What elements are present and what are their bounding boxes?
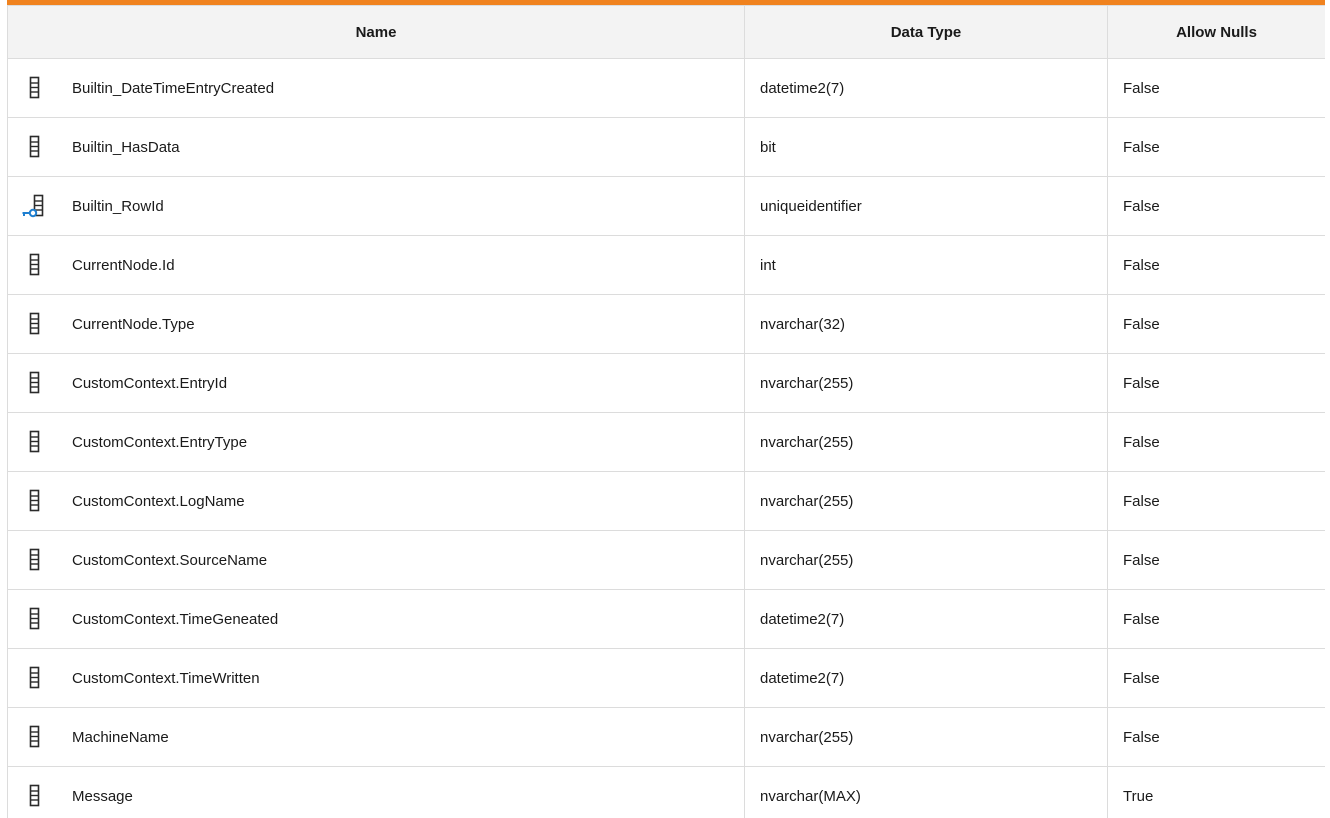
name-cell[interactable]: CustomContext.EntryType [7,412,745,472]
column-icon [21,784,49,808]
name-cell[interactable]: Message [7,766,745,818]
data-type-cell[interactable]: datetime2(7) [744,58,1108,118]
allow-nulls-cell[interactable]: False [1107,707,1325,767]
header-data-type[interactable]: Data Type [744,5,1108,59]
data-type-value: nvarchar(255) [760,728,854,746]
allow-nulls-cell[interactable]: False [1107,530,1325,590]
table-row[interactable]: CustomContext.SourceName nvarchar(255) F… [7,530,1325,590]
data-type-value: nvarchar(MAX) [760,787,861,805]
data-type-cell[interactable]: nvarchar(MAX) [744,766,1108,818]
allow-nulls-cell[interactable]: False [1107,176,1325,236]
allow-nulls-value: False [1123,315,1160,333]
name-cell[interactable]: CurrentNode.Id [7,235,745,295]
columns-table-panel: Name Data Type Allow Nulls Builtin_DateT… [7,0,1325,818]
allow-nulls-value: False [1123,669,1160,687]
column-icon [21,489,49,513]
name-cell[interactable]: CustomContext.EntryId [7,353,745,413]
data-type-cell[interactable]: nvarchar(255) [744,471,1108,531]
name-cell[interactable]: CustomContext.TimeWritten [7,648,745,708]
column-icon [21,312,49,336]
allow-nulls-value: False [1123,256,1160,274]
header-allow-nulls[interactable]: Allow Nulls [1107,5,1325,59]
name-cell[interactable]: Builtin_RowId [7,176,745,236]
name-cell[interactable]: Builtin_DateTimeEntryCreated [7,58,745,118]
table-row[interactable]: Builtin_RowId uniqueidentifier False [7,176,1325,236]
table-row[interactable]: CurrentNode.Type nvarchar(32) False [7,294,1325,354]
column-icon [21,607,49,631]
table-row[interactable]: CustomContext.EntryId nvarchar(255) Fals… [7,353,1325,413]
name-cell[interactable]: CustomContext.TimeGeneated [7,589,745,649]
allow-nulls-cell[interactable]: False [1107,589,1325,649]
table-row[interactable]: CurrentNode.Id int False [7,235,1325,295]
data-type-cell[interactable]: nvarchar(255) [744,412,1108,472]
table-row[interactable]: CustomContext.TimeGeneated datetime2(7) … [7,589,1325,649]
allow-nulls-value: True [1123,787,1154,805]
allow-nulls-value: False [1123,551,1160,569]
allow-nulls-value: False [1123,728,1160,746]
columns-table: Name Data Type Allow Nulls Builtin_DateT… [7,5,1325,818]
name-cell[interactable]: Builtin_HasData [7,117,745,177]
data-type-cell[interactable]: nvarchar(255) [744,707,1108,767]
allow-nulls-cell[interactable]: False [1107,294,1325,354]
allow-nulls-value: False [1123,492,1160,510]
table-row[interactable]: CustomContext.EntryType nvarchar(255) Fa… [7,412,1325,472]
data-type-cell[interactable]: datetime2(7) [744,648,1108,708]
data-type-value: datetime2(7) [760,610,845,628]
column-icon [21,548,49,572]
data-type-value: nvarchar(255) [760,433,854,451]
allow-nulls-cell[interactable]: False [1107,648,1325,708]
allow-nulls-value: False [1123,138,1160,156]
allow-nulls-cell[interactable]: True [1107,766,1325,818]
allow-nulls-cell[interactable]: False [1107,58,1325,118]
allow-nulls-cell[interactable]: False [1107,353,1325,413]
data-type-value: uniqueidentifier [760,197,862,215]
column-icon [21,666,49,690]
allow-nulls-value: False [1123,374,1160,392]
allow-nulls-cell[interactable]: False [1107,471,1325,531]
allow-nulls-cell[interactable]: False [1107,412,1325,472]
data-type-cell[interactable]: datetime2(7) [744,589,1108,649]
data-type-value: datetime2(7) [760,79,845,97]
data-type-value: datetime2(7) [760,669,845,687]
data-type-value: nvarchar(255) [760,551,854,569]
data-type-value: nvarchar(32) [760,315,846,333]
column-icon [21,76,49,100]
data-type-value: nvarchar(255) [760,374,854,392]
name-cell[interactable]: CustomContext.SourceName [7,530,745,590]
allow-nulls-value: False [1123,610,1160,628]
column-icon [21,135,49,159]
table-body: Builtin_DateTimeEntryCreated datetime2(7… [7,58,1325,818]
data-type-cell[interactable]: nvarchar(255) [744,530,1108,590]
data-type-cell[interactable]: int [744,235,1108,295]
column-icon [21,371,49,395]
allow-nulls-value: False [1123,79,1160,97]
data-type-cell[interactable]: nvarchar(255) [744,353,1108,413]
name-cell[interactable]: MachineName [7,707,745,767]
table-row[interactable]: CustomContext.LogName nvarchar(255) Fals… [7,471,1325,531]
column-icon [21,253,49,277]
allow-nulls-cell[interactable]: False [1107,117,1325,177]
allow-nulls-value: False [1123,433,1160,451]
data-type-cell[interactable]: uniqueidentifier [744,176,1108,236]
table-row[interactable]: CustomContext.TimeWritten datetime2(7) F… [7,648,1325,708]
data-type-value: bit [760,138,776,156]
table-header-row: Name Data Type Allow Nulls [7,5,1325,59]
data-type-value: nvarchar(255) [760,492,854,510]
table-row[interactable]: Builtin_HasData bit False [7,117,1325,177]
table-row[interactable]: Message nvarchar(MAX) True [7,766,1325,818]
name-cell[interactable]: CustomContext.LogName [7,471,745,531]
data-type-cell[interactable]: nvarchar(32) [744,294,1108,354]
column-icon [21,430,49,454]
allow-nulls-cell[interactable]: False [1107,235,1325,295]
data-type-value: int [760,256,776,274]
name-cell[interactable]: CurrentNode.Type [7,294,745,354]
column-icon [21,725,49,749]
header-name[interactable]: Name [7,5,745,59]
data-type-cell[interactable]: bit [744,117,1108,177]
table-row[interactable]: Builtin_DateTimeEntryCreated datetime2(7… [7,58,1325,118]
table-row[interactable]: MachineName nvarchar(255) False [7,707,1325,767]
allow-nulls-value: False [1123,197,1160,215]
primary-key-column-icon [21,194,49,218]
